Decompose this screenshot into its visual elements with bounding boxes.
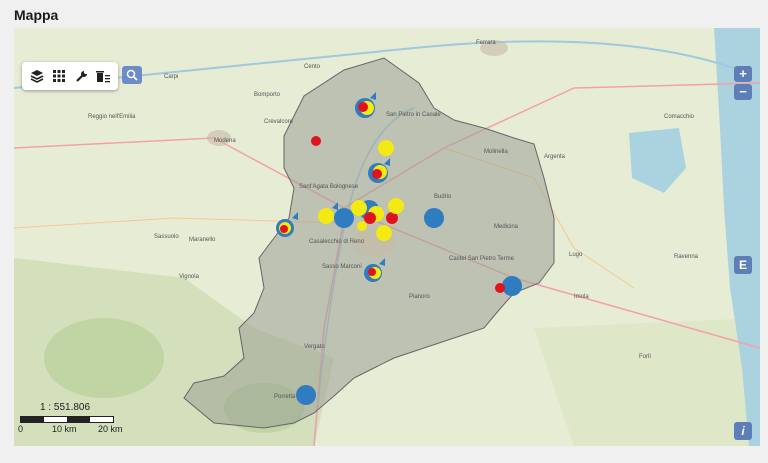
place-label: Modena <box>214 138 236 144</box>
place-label: Vignola <box>179 274 200 280</box>
red-marker <box>368 268 376 276</box>
layers-icon[interactable] <box>28 67 46 85</box>
place-label: Maranello <box>189 237 216 243</box>
yellow-marker <box>388 198 404 214</box>
hills-area-east <box>534 318 760 446</box>
place-label: Reggio nell'Emilia <box>88 114 136 120</box>
yellow-marker <box>378 140 394 156</box>
blue-marker <box>296 385 316 405</box>
scale-label: 20 km <box>98 424 123 434</box>
place-label: Sant'Agata Bolognese <box>299 184 359 190</box>
place-label: Cento <box>304 64 321 70</box>
scale-bar: 1 : 551.806 0 10 km 20 km <box>18 402 128 442</box>
place-label: Sasso Marconi <box>322 264 362 270</box>
place-label: Lugo <box>569 252 583 258</box>
red-marker <box>311 136 321 146</box>
yellow-marker <box>351 200 367 216</box>
zoom-control: + − <box>734 66 752 100</box>
scale-line <box>20 416 114 423</box>
place-label: Ferrara <box>476 40 496 46</box>
scale-ratio: 1 : 551.806 <box>40 402 91 413</box>
place-label: Vergato <box>304 344 325 350</box>
map-toolbar <box>22 62 118 90</box>
red-marker <box>364 212 376 224</box>
search-icon <box>126 69 138 81</box>
place-label: Molinella <box>484 149 508 155</box>
place-label: Medicina <box>494 224 519 230</box>
map-view[interactable]: Ferrara Reggio nell'Emilia Modena Ravenn… <box>14 28 760 446</box>
scale-label: 10 km <box>52 424 77 434</box>
place-label: Casalecchio di Reno <box>309 239 365 245</box>
place-label: Pianoro <box>409 294 430 300</box>
place-label: Forlì <box>639 354 651 360</box>
yellow-marker <box>357 221 367 231</box>
blue-marker <box>334 208 354 228</box>
yellow-marker <box>318 208 334 224</box>
place-label: Argenta <box>544 154 566 160</box>
place-label: Ravenna <box>674 254 699 260</box>
red-marker <box>372 169 382 179</box>
info-button[interactable]: i <box>734 422 752 440</box>
place-label: Bomporto <box>254 92 281 98</box>
place-label: Budrio <box>434 194 452 200</box>
zoom-out-button[interactable]: − <box>734 84 752 100</box>
yellow-marker <box>376 225 392 241</box>
trash-list-icon[interactable] <box>94 67 112 85</box>
red-marker <box>495 283 505 293</box>
red-marker <box>280 225 288 233</box>
place-label: Comacchio <box>664 114 695 120</box>
wrench-icon[interactable] <box>72 67 90 85</box>
place-label: Carpi <box>164 74 178 80</box>
edit-button[interactable]: E <box>734 256 752 274</box>
grid-icon[interactable] <box>50 67 68 85</box>
red-marker <box>358 102 368 112</box>
scale-label: 0 <box>18 424 24 434</box>
map-canvas[interactable]: Ferrara Reggio nell'Emilia Modena Ravenn… <box>14 28 760 446</box>
place-label: Castel San Pietro Terme <box>449 256 515 262</box>
place-label: Imola <box>574 294 589 300</box>
blue-marker <box>424 208 444 228</box>
place-label: Sassuolo <box>154 234 179 240</box>
place-label: San Pietro in Casale <box>386 112 441 118</box>
search-button[interactable] <box>122 66 142 84</box>
panel-title: Mappa <box>14 7 59 23</box>
place-label: Crevalcore <box>264 119 294 125</box>
blue-marker <box>502 276 522 296</box>
zoom-in-button[interactable]: + <box>734 66 752 82</box>
